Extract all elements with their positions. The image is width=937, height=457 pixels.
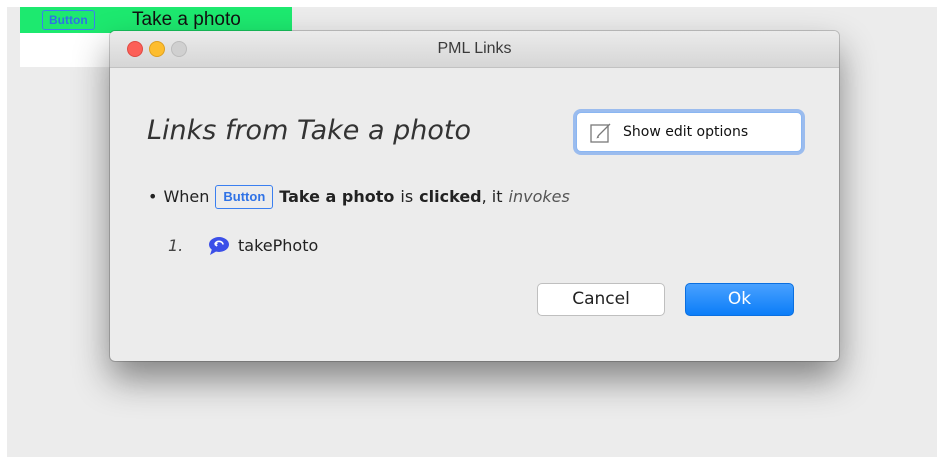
link-rule: • When Button Take a photo is clicked , …	[148, 182, 570, 212]
rule-element-type-tag: Button	[215, 185, 274, 209]
list-item-number: 1.	[168, 236, 184, 255]
window-title: PML Links	[437, 40, 512, 57]
dialog-heading: Links from Take a photo	[147, 115, 471, 146]
edit-note-icon	[590, 123, 611, 143]
selected-element-highlight[interactable]: Button Take a photo	[20, 7, 292, 33]
rule-it: , it	[481, 187, 503, 206]
element-type-tag: Button	[42, 10, 95, 30]
bullet: •	[148, 187, 158, 206]
rule-is: is	[400, 187, 414, 206]
list-item-label: takePhoto	[238, 236, 319, 255]
rule-when: When	[163, 187, 210, 206]
minimize-window-button[interactable]	[149, 41, 165, 57]
speech-bubble-icon	[209, 237, 229, 255]
pml-links-dialog: PML Links Links from Take a photo Show e…	[110, 31, 839, 361]
show-edit-options-button[interactable]: Show edit options	[576, 112, 802, 152]
ok-button[interactable]: Ok	[685, 283, 794, 316]
rule-event: clicked	[419, 187, 482, 206]
title-bar[interactable]: PML Links	[110, 31, 839, 68]
close-window-button[interactable]	[127, 41, 143, 57]
rule-action: invokes	[508, 187, 570, 206]
rule-element-name: Take a photo	[279, 187, 395, 206]
list-item[interactable]: 1. takePhoto	[168, 232, 318, 260]
cancel-button[interactable]: Cancel	[537, 283, 665, 316]
zoom-window-button	[171, 41, 187, 57]
element-label: Take a photo	[132, 9, 241, 30]
screen: Button Take a photo PML Links Links from…	[0, 0, 937, 457]
show-edit-options-label: Show edit options	[623, 124, 749, 140]
